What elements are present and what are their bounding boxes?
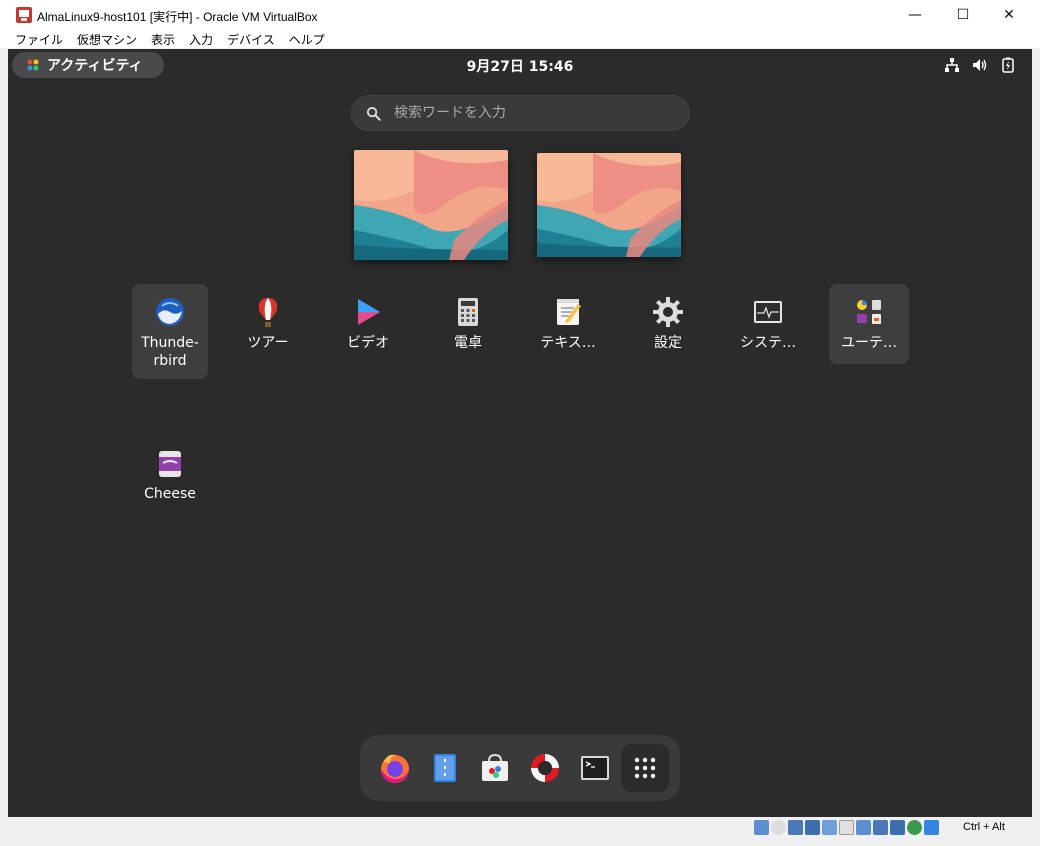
dock-help[interactable] (521, 744, 569, 792)
system-monitor-icon (754, 301, 782, 323)
app-calculator[interactable]: 電卓 (428, 284, 508, 352)
menu-devices[interactable]: デバイス (220, 31, 282, 48)
menu-file[interactable]: ファイル (8, 31, 70, 48)
usb-indicator-icon[interactable] (822, 820, 837, 835)
thunderbird-icon (156, 298, 184, 326)
app-thunderbird[interactable]: Thunde- rbird (132, 284, 208, 379)
keyboard-indicator-icon[interactable] (924, 820, 939, 835)
battery-icon[interactable] (1000, 57, 1016, 73)
dock-software[interactable] (471, 744, 519, 792)
app-label: 電卓 (454, 335, 482, 351)
virtualbox-statusbar: Ctrl + Alt (0, 817, 1040, 846)
guest-screen: アクティビティ 9月27日 15:46 検索ワードを入力 Thunde- rbi… (8, 49, 1032, 817)
optical-drive-indicator-icon[interactable] (771, 820, 786, 835)
app-settings[interactable]: 設定 (628, 284, 708, 352)
wallpaper-image (537, 153, 681, 257)
workspace-thumbnail-1[interactable] (354, 150, 508, 260)
virtualbox-icon (16, 7, 32, 23)
close-button[interactable]: ✕ (986, 0, 1032, 30)
menu-machine[interactable]: 仮想マシン (70, 31, 144, 48)
menu-view[interactable]: 表示 (144, 31, 182, 48)
menu-input[interactable]: 入力 (182, 31, 220, 48)
clock[interactable]: 9月27日 15:46 (8, 56, 1032, 76)
calculator-icon (458, 298, 478, 326)
device-indicators[interactable] (754, 820, 939, 835)
settings-gear-icon (653, 297, 683, 327)
gnome-top-bar: アクティビティ 9月27日 15:46 (8, 49, 1032, 81)
dock-files[interactable] (421, 744, 469, 792)
window-title: AlmaLinux9-host101 [実行中] - Oracle VM Vir… (37, 10, 318, 24)
terminal-icon (581, 756, 609, 780)
audio-indicator-icon[interactable] (788, 820, 803, 835)
cheese-icon (159, 451, 181, 477)
menu-help[interactable]: ヘルプ (282, 31, 332, 48)
app-tour[interactable]: ツアー (228, 284, 308, 352)
workspace-thumbnail-2[interactable] (537, 153, 681, 257)
app-cheese[interactable]: Cheese (130, 435, 210, 503)
recording-indicator-icon[interactable] (873, 820, 888, 835)
software-icon (482, 753, 508, 781)
network-icon[interactable] (944, 57, 960, 73)
app-label: 設定 (654, 335, 682, 351)
system-tray[interactable] (944, 57, 1016, 73)
app-video[interactable]: ビデオ (328, 284, 408, 352)
mouse-integration-indicator-icon[interactable] (907, 820, 922, 835)
shared-folder-indicator-icon[interactable] (839, 820, 854, 835)
search-input[interactable] (394, 105, 654, 121)
maximize-button[interactable]: ☐ (940, 0, 986, 30)
window-titlebar: AlmaLinux9-host101 [実行中] - Oracle VM Vir… (0, 0, 1040, 30)
search-bar[interactable] (351, 95, 690, 131)
utilities-folder-icon (857, 300, 881, 324)
tour-balloon-icon (258, 298, 278, 327)
display-indicator-icon[interactable] (856, 820, 871, 835)
files-icon (434, 754, 456, 782)
dock-terminal[interactable] (571, 744, 619, 792)
app-label: ツアー (247, 335, 289, 351)
app-utilities-folder[interactable]: ユーテ… (829, 284, 909, 364)
app-label: ビデオ (347, 335, 389, 351)
network-indicator-icon[interactable] (805, 820, 820, 835)
wallpaper-image (354, 150, 508, 260)
dock-firefox[interactable] (371, 744, 419, 792)
app-label: Thunde- rbird (141, 335, 199, 369)
video-icon (358, 299, 380, 325)
search-icon (366, 106, 381, 121)
app-grid-icon (634, 757, 656, 779)
firefox-icon (381, 754, 409, 783)
menubar: ファイル 仮想マシン 表示 入力 デバイス ヘルプ (0, 30, 1040, 48)
text-editor-icon (557, 299, 581, 325)
app-label: ユーテ… (841, 335, 897, 351)
app-system-monitor[interactable]: システ… (728, 284, 808, 352)
host-key-label: Ctrl + Alt (963, 821, 1005, 833)
app-text-editor[interactable]: テキス… (528, 284, 608, 352)
app-label: Cheese (144, 486, 196, 502)
cpu-indicator-icon[interactable] (890, 820, 905, 835)
minimize-button[interactable]: — (892, 0, 938, 30)
dock-show-apps[interactable] (621, 744, 669, 792)
app-label: システ… (740, 335, 796, 351)
app-label: テキス… (540, 335, 596, 351)
help-icon (531, 754, 559, 782)
dash-dock (360, 735, 680, 801)
harddisk-indicator-icon[interactable] (754, 820, 769, 835)
volume-icon[interactable] (972, 57, 988, 73)
